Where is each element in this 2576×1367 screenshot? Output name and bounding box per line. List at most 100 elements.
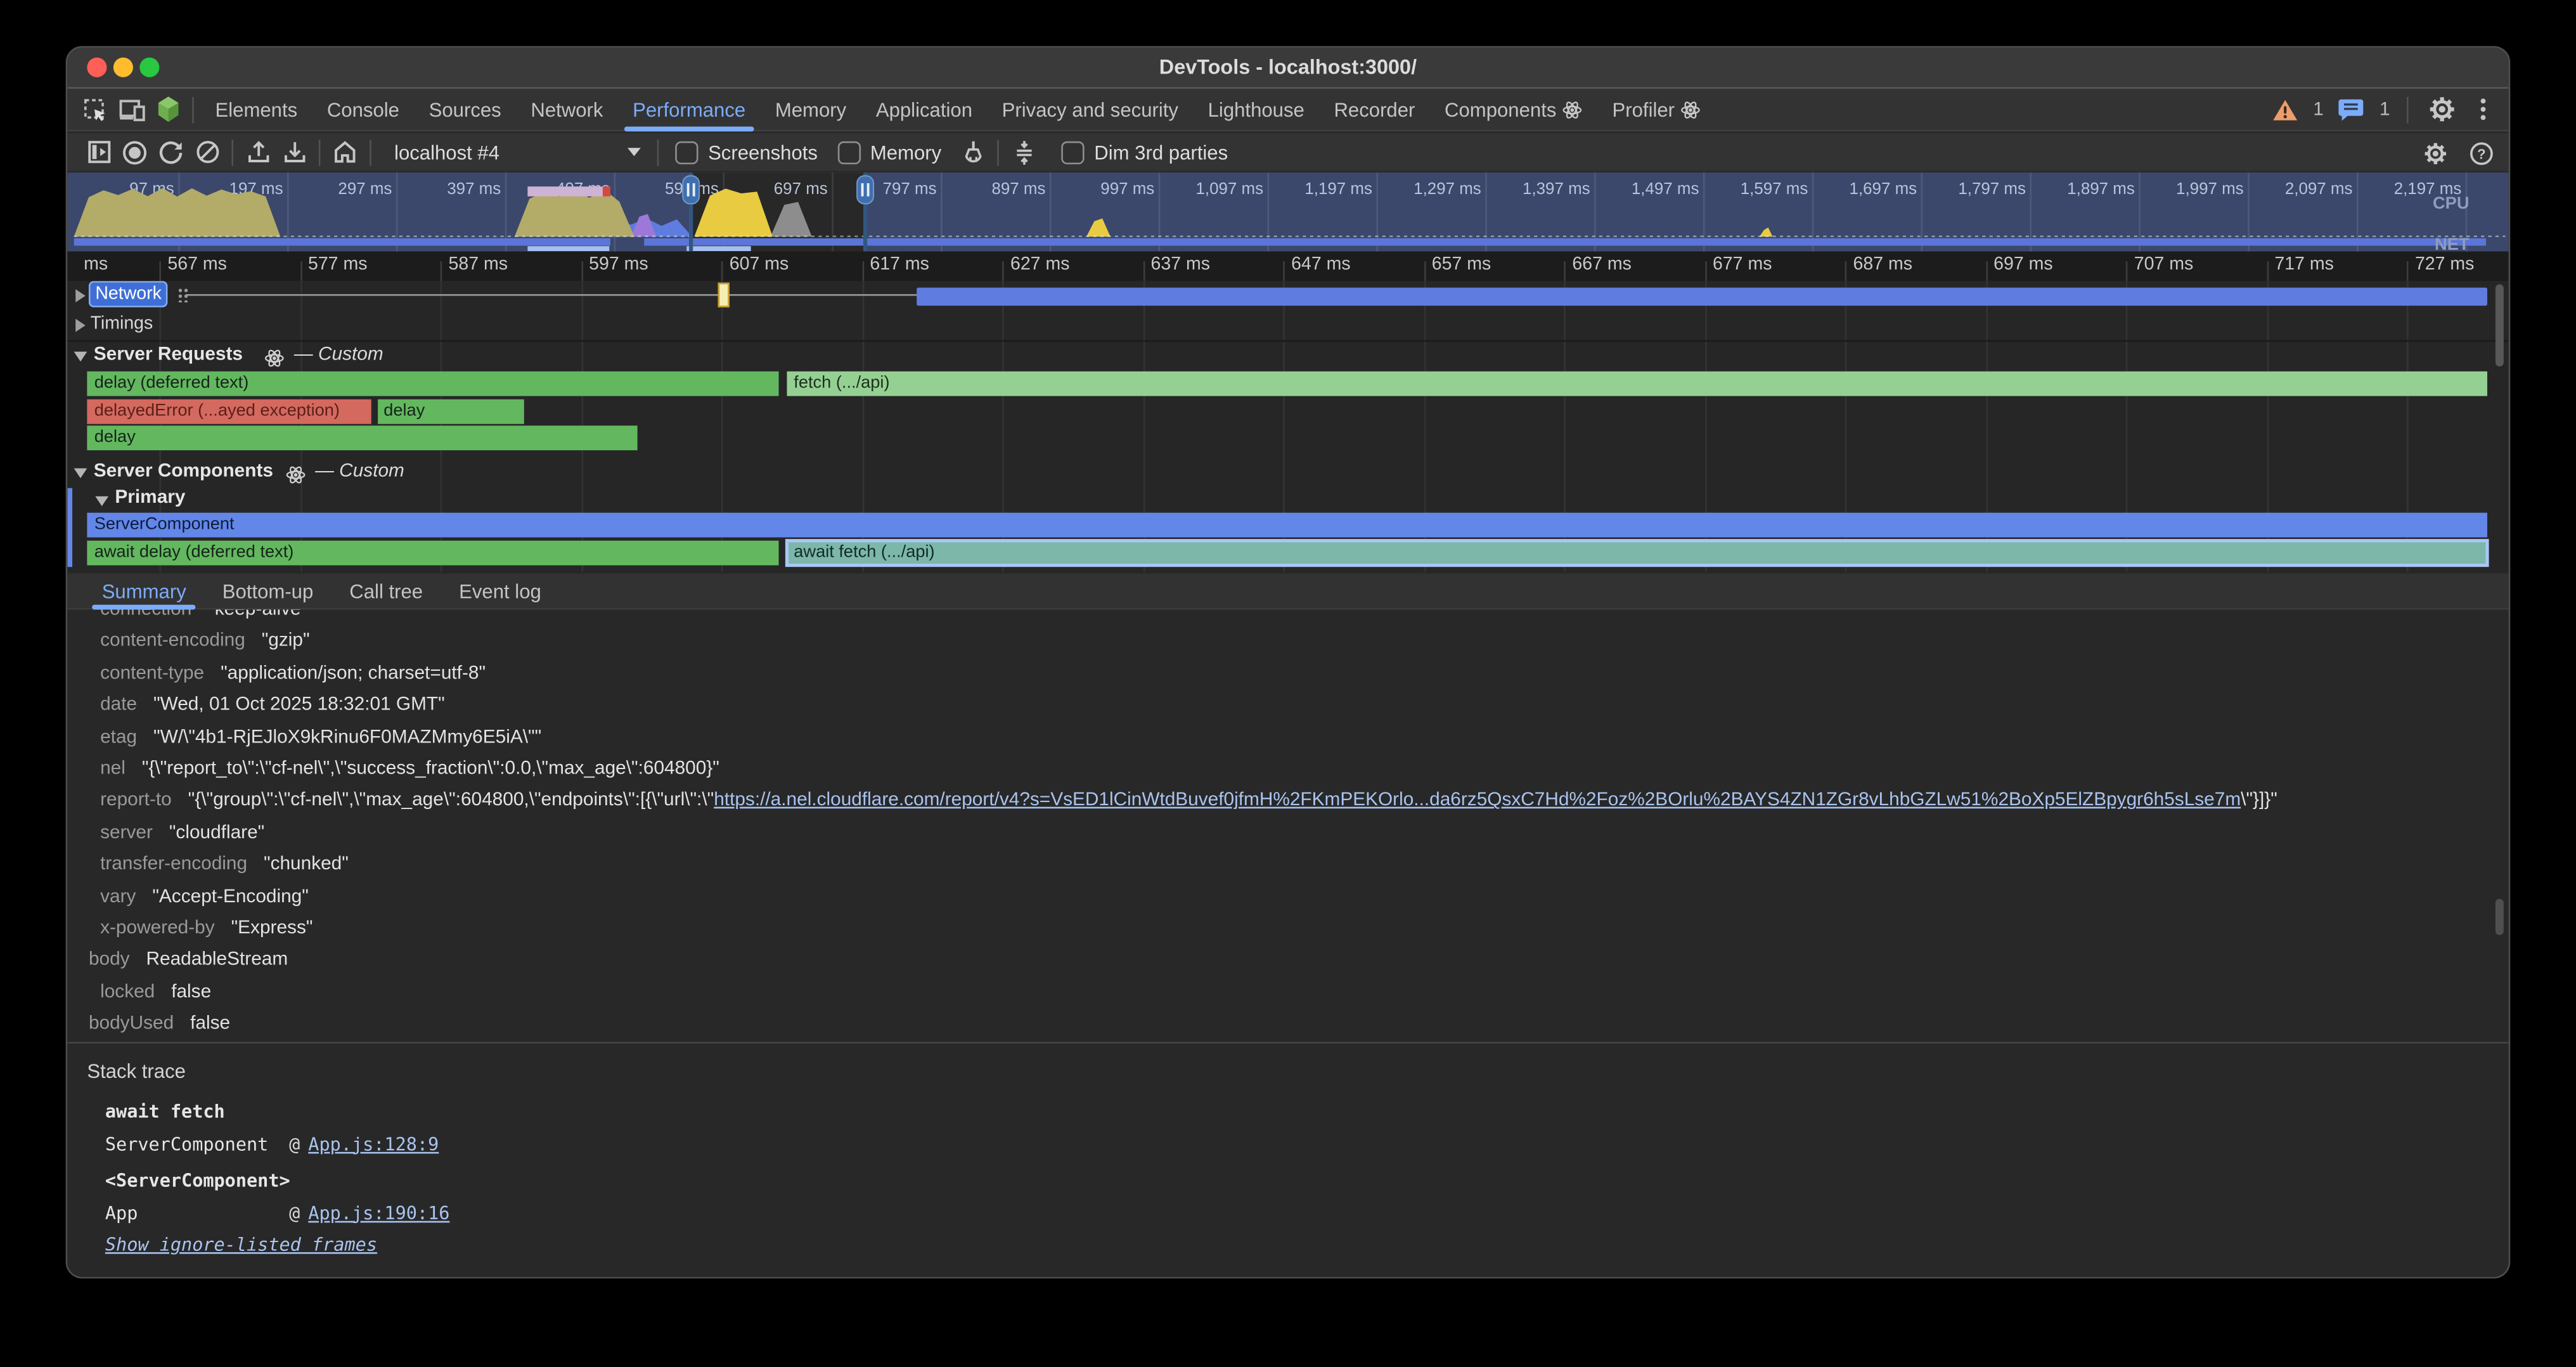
tab-call-tree[interactable]: Call tree	[335, 573, 437, 609]
device-toolbar-icon[interactable]	[113, 91, 150, 127]
tab-elements[interactable]: Elements	[200, 88, 312, 131]
summary-row-report-to: report-to"{\"group\":\"cf-nel\",\"max_ag…	[67, 786, 2508, 818]
performance-toolbar: localhost #4 Screenshots Memory	[67, 133, 2508, 172]
tab-application[interactable]: Application	[861, 88, 988, 131]
flame-row-server-requests: Server Requests— Custom	[67, 344, 2508, 370]
flame-bar-await-fetch-api[interactable]: await fetch (.../api)	[787, 541, 2487, 566]
ruler-tick-label: 707 ms	[2134, 255, 2194, 275]
flame-row-bars-4: delayedError (...ayed exception)delay	[67, 399, 2508, 424]
help-icon[interactable]: ?	[2463, 136, 2499, 169]
flame-bar-delay-deferred-text[interactable]: delay (deferred text)	[87, 372, 778, 396]
toggle-sidebar-icon[interactable]	[80, 136, 117, 169]
inspect-element-icon[interactable]	[77, 91, 113, 127]
load-profile-icon[interactable]	[240, 136, 276, 169]
settings-gear-icon[interactable]	[2425, 91, 2461, 127]
flame-bar-delay[interactable]: delay	[87, 425, 636, 450]
screenshots-label: Screenshots	[708, 141, 818, 164]
dim-3rd-parties-label: Dim 3rd parties	[1094, 141, 1228, 164]
tab-profiler[interactable]: Profiler	[1597, 88, 1716, 131]
live-metrics-home-icon[interactable]	[327, 136, 363, 169]
tab-privacy-and-security[interactable]: Privacy and security	[987, 88, 1193, 131]
network-request-bar[interactable]	[917, 287, 2487, 305]
tab-console[interactable]: Console	[312, 88, 415, 131]
tab-bottom-up[interactable]: Bottom-up	[207, 573, 328, 609]
summary-row-connection: connection"keep-alive"	[67, 610, 2508, 627]
screenshots-checkbox[interactable]: Screenshots	[675, 141, 818, 164]
checkbox-box	[837, 141, 860, 164]
disclosure-triangle-icon[interactable]	[74, 469, 87, 479]
stack-frame-source-link[interactable]: App.js:128:9	[308, 1133, 439, 1155]
tracks-scrollbar[interactable]	[2496, 284, 2504, 366]
group-label-server-components[interactable]: Server Components	[94, 462, 273, 481]
memory-checkbox[interactable]: Memory	[837, 141, 941, 164]
ruler-tick	[159, 261, 161, 281]
record-icon[interactable]	[117, 136, 153, 169]
disclosure-triangle-icon[interactable]	[95, 495, 108, 505]
chevron-down-icon	[628, 148, 641, 156]
summary-scrollbar[interactable]	[2496, 899, 2504, 935]
history-select[interactable]: localhost #4	[384, 141, 650, 164]
flame-bar-delay[interactable]: delay	[377, 399, 525, 424]
tab-label: Lighthouse	[1208, 98, 1304, 120]
summary-name: body	[89, 950, 130, 970]
record-and-reload-icon[interactable]	[153, 136, 189, 169]
svg-text:697 ms: 697 ms	[774, 180, 828, 198]
titlebar: DevTools - localhost:3000/	[67, 48, 2508, 89]
summary-name: bodyUsed	[89, 1014, 174, 1033]
flame-bar-servercomponent[interactable]: ServerComponent	[87, 513, 2487, 538]
ruler-tick-label: 637 ms	[1151, 255, 1211, 275]
disclosure-triangle-icon[interactable]	[74, 352, 87, 362]
message-icon[interactable]	[2333, 91, 2369, 127]
stack-frame-at: @	[289, 1202, 300, 1224]
network-event-marker[interactable]	[718, 282, 730, 307]
tab-summary[interactable]: Summary	[87, 573, 201, 609]
tabbar-right-cluster: 1 1	[2267, 91, 2509, 127]
memory-label: Memory	[870, 141, 941, 164]
ruler-tick	[861, 261, 863, 281]
throttling-icon[interactable]	[1005, 136, 1041, 169]
save-profile-icon[interactable]	[276, 136, 312, 169]
tab-label: Sources	[429, 98, 501, 120]
summary-name: report-to	[100, 791, 172, 811]
tab-performance[interactable]: Performance	[618, 88, 761, 131]
report-to-url-link[interactable]: https://a.nel.cloudflare.com/report/v4?s…	[714, 791, 2241, 811]
capture-settings-gear-icon[interactable]	[2417, 136, 2453, 169]
flame-bar-fetch-api[interactable]: fetch (.../api)	[787, 372, 2487, 396]
stack-frame-name: ServerComponent	[105, 1128, 289, 1160]
tab-components[interactable]: Components	[1430, 88, 1597, 131]
group-suffix: — Custom	[315, 462, 404, 481]
group-label-server-requests[interactable]: Server Requests	[94, 345, 243, 365]
tab-recorder[interactable]: Recorder	[1319, 88, 1430, 131]
tab-lighthouse[interactable]: Lighthouse	[1193, 88, 1319, 131]
disclosure-triangle-icon[interactable]	[75, 288, 86, 302]
disclosure-triangle-icon[interactable]	[75, 318, 86, 332]
flame-bar-await-delay-deferred-text[interactable]: await delay (deferred text)	[87, 541, 778, 566]
timeline-overview[interactable]: 97 ms197 ms297 ms397 ms497 ms597 ms697 m…	[67, 172, 2508, 251]
track-label-network[interactable]: Network	[91, 283, 167, 306]
ruler-tick	[1845, 261, 1847, 281]
subgroup-label-primary[interactable]: Primary	[115, 488, 185, 508]
track-label-timings[interactable]: Timings	[91, 314, 153, 334]
warning-count: 1	[2313, 100, 2324, 119]
stack-frame-app: App@App.js:190:16	[105, 1197, 2509, 1229]
tab-event-log[interactable]: Event log	[444, 573, 556, 609]
summary-row-x-powered-by: x-powered-by"Express"	[67, 914, 2508, 945]
tab-memory[interactable]: Memory	[761, 88, 861, 131]
tab-network[interactable]: Network	[516, 88, 618, 131]
desktop-background: DevTools - localhost:3000/	[0, 0, 2576, 1367]
show-ignore-listed-frames-link[interactable]: Show ignore-listed frames	[105, 1234, 377, 1255]
extension-gem-icon[interactable]	[150, 91, 186, 127]
more-options-icon[interactable]	[2471, 94, 2496, 124]
stack-frame-source-link[interactable]: App.js:190:16	[308, 1202, 449, 1224]
toolbar-divider	[319, 139, 321, 165]
flame-bar-delayederror-ayed-exception[interactable]: delayedError (...ayed exception)	[87, 399, 371, 424]
track-section-divider	[67, 340, 2508, 342]
clear-icon[interactable]	[189, 136, 225, 169]
tab-sources[interactable]: Sources	[414, 88, 516, 131]
collect-garbage-icon[interactable]	[955, 136, 991, 169]
summary-value: "cloudflare"	[169, 823, 264, 843]
dim-3rd-parties-checkbox[interactable]: Dim 3rd parties	[1061, 141, 1228, 164]
warning-icon[interactable]	[2267, 91, 2303, 127]
summary-row-bodyused: bodyUsedfalse	[67, 1009, 2508, 1041]
ruler-tick-label: 647 ms	[1291, 255, 1351, 275]
